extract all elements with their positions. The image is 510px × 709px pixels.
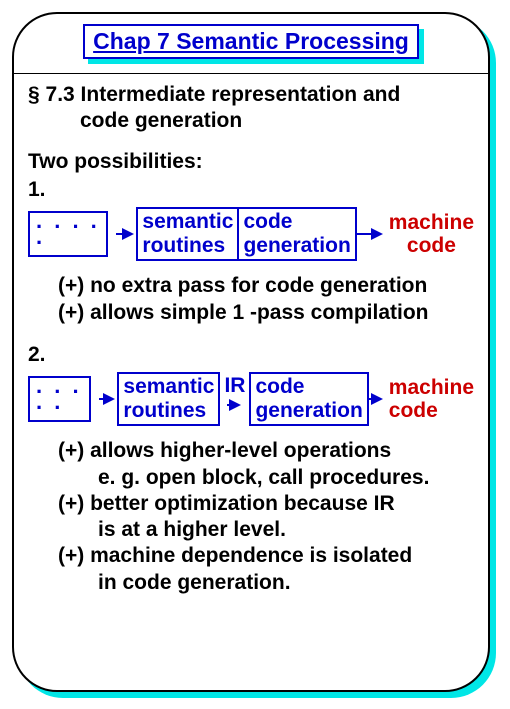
semantic-routines-box: semantic routines [136,207,238,261]
ellipsis-box: . . . . . [28,376,91,422]
advantage-line: (+) machine dependence is isolated [58,543,474,569]
slide-card: Chap 7 Semantic Processing § 7.3 Interme… [12,12,490,692]
item1-number: 1. [28,177,474,203]
advantage-line: (+) no extra pass for code generation [58,273,474,299]
heading-line1: § 7.3 Intermediate representation and [28,82,474,108]
advantage-line: (+) better optimization because IR [58,491,474,517]
advantage-line: (+) allows higher-level operations [58,438,474,464]
heading-line2: code generation [28,108,474,134]
arrow-icon [371,393,383,405]
intro-text: Two possibilities: [28,149,474,175]
code-generation-box: code generation [249,372,368,426]
arrow-icon [371,228,383,240]
advantage-line: (+) allows simple 1 -pass compilation [58,300,474,326]
ellipsis-box: . . . . . [28,211,108,257]
semantic-routines-box: semantic routines [117,372,220,426]
arrow-icon [103,393,115,405]
ir-arrow [227,399,243,411]
item2-number: 2. [28,342,474,368]
item1-diagram: . . . . . semantic routines code generat… [28,207,474,261]
item1-advantages: (+) no extra pass for code generation (+… [28,273,474,326]
arrow-icon [229,399,241,411]
arrow-icon [122,228,134,240]
advantage-subline: is at a higher level. [58,517,474,543]
title-box-wrap: Chap 7 Semantic Processing [83,24,419,59]
slide-title: Chap 7 Semantic Processing [83,24,419,59]
advantage-subline: e. g. open block, call procedures. [58,465,474,491]
content: § 7.3 Intermediate representation and co… [14,74,488,596]
machine-code-label: machine code [389,211,474,257]
code-generation-box: code generation [238,207,356,261]
section-heading: § 7.3 Intermediate representation and co… [28,82,474,135]
item2-diagram: . . . . . semantic routines IR code gene… [28,372,474,426]
ir-label: IR [224,373,245,399]
ir-connector: IR [222,387,247,411]
machine-code-label: machine code [389,376,474,422]
title-area: Chap 7 Semantic Processing [14,14,488,65]
item2-advantages: (+) allows higher-level operations e. g.… [28,438,474,596]
advantage-subline: in code generation. [58,570,474,596]
